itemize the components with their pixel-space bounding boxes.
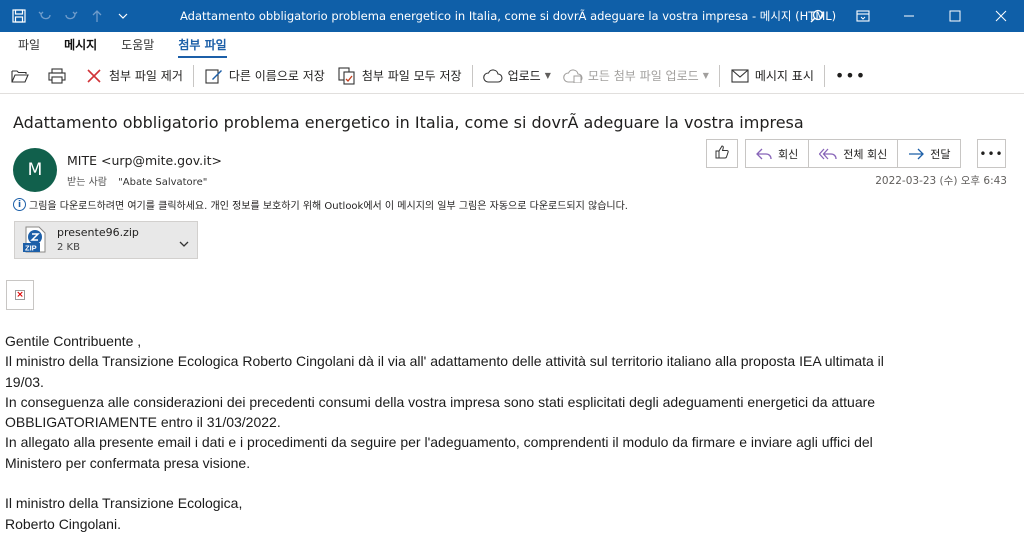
ellipsis-icon: ••• <box>834 66 867 85</box>
search-icon[interactable] <box>794 0 840 32</box>
reply-button[interactable]: 회신 <box>745 139 810 168</box>
reply-label: 회신 <box>778 147 799 161</box>
toolbar-divider <box>192 64 194 87</box>
broken-image-icon: × <box>15 290 25 300</box>
remove-attachment-button[interactable]: 첨부 파일 제거 <box>78 61 189 91</box>
body-line: In conseguenza alle considerazioni dei p… <box>5 393 876 410</box>
recipient[interactable]: "Abate Salvatore" <box>118 177 207 188</box>
envelope-icon <box>730 66 750 86</box>
save-as-label: 다른 이름으로 저장 <box>228 69 325 83</box>
body-line: Ministero per confermata presa visione. <box>5 454 251 471</box>
zip-file-icon: ZIP <box>20 225 50 255</box>
toolbar-divider <box>718 64 720 87</box>
download-pictures-infobar[interactable]: i 그림을 다운로드하려면 여기를 클릭하세요. 개인 정보를 보호하기 위해 … <box>13 197 628 212</box>
reply-icon <box>756 147 772 161</box>
show-message-label: 메시지 표시 <box>754 69 814 83</box>
folder-open-icon <box>10 66 30 86</box>
message-actions: 회신 전체 회신 전달 <box>706 139 962 168</box>
save-icon[interactable] <box>6 0 32 32</box>
save-as-icon <box>204 66 224 86</box>
avatar[interactable]: M <box>13 148 57 192</box>
reply-all-button[interactable]: 전체 회신 <box>808 139 899 168</box>
more-options-button[interactable]: ••• <box>829 61 872 91</box>
ellipsis-icon: ••• <box>979 146 1004 161</box>
tab-file[interactable]: 파일 <box>6 32 52 58</box>
body-line: Gentile Contribuente , <box>5 333 142 349</box>
printer-icon <box>47 66 67 86</box>
show-message-button[interactable]: 메시지 표시 <box>724 61 820 91</box>
minimize-icon[interactable] <box>886 0 932 32</box>
attachment-size: 2 KB <box>57 242 80 253</box>
undo-icon[interactable] <box>32 0 58 32</box>
attachment-card[interactable]: ZIP presente96.zip 2 KB <box>14 221 198 259</box>
forward-label: 전달 <box>930 147 951 161</box>
sender[interactable]: MITE <urp@mite.gov.it> <box>67 153 222 168</box>
tab-attachments[interactable]: 첨부 파일 <box>166 32 238 58</box>
tab-message[interactable]: 메시지 <box>52 32 109 58</box>
broken-image-placeholder[interactable]: × <box>6 280 34 310</box>
body-line: OBBLIGATORIAMENTE entro il 31/03/2022. <box>5 414 281 431</box>
attachment-name: presente96.zip <box>57 226 139 239</box>
recipient-line: 받는 사람 "Abate Salvatore" <box>67 173 207 188</box>
close-icon[interactable] <box>978 0 1024 32</box>
more-actions-button[interactable]: ••• <box>977 139 1006 168</box>
body-line: Il ministro della Transizione Ecologica, <box>5 495 243 512</box>
window-controls <box>794 0 1024 32</box>
like-button[interactable] <box>706 139 738 168</box>
upload-all-label: 모든 첨부 파일 업로드 <box>587 69 699 83</box>
remove-x-icon <box>84 66 104 86</box>
chevron-down-icon: ▼ <box>702 71 709 80</box>
toolbar-divider <box>823 64 825 87</box>
ribbon-tabs: 파일 메시지 도움말 첨부 파일 <box>0 32 1024 58</box>
cloud-icon <box>482 66 503 86</box>
zip-badge-text: ZIP <box>25 244 37 253</box>
chevron-down-icon[interactable] <box>110 0 136 32</box>
info-icon: i <box>13 198 26 211</box>
maximize-icon[interactable] <box>932 0 978 32</box>
message-subject: Adattamento obbligatorio problema energe… <box>13 113 804 132</box>
save-all-attachments-button[interactable]: 첨부 파일 모두 저장 <box>331 61 468 91</box>
save-as-button[interactable]: 다른 이름으로 저장 <box>198 61 331 91</box>
quick-access-toolbar <box>0 0 136 32</box>
tab-help[interactable]: 도움말 <box>109 32 166 58</box>
body-line: Roberto Cingolani. <box>5 515 121 532</box>
upload-all-button[interactable]: 모든 첨부 파일 업로드 ▼ <box>557 61 715 91</box>
ribbon-toolbar: 첨부 파일 제거 다른 이름으로 저장 첨부 파일 모두 저장 업로드 ▼ 모든… <box>0 58 1024 94</box>
chevron-down-icon[interactable] <box>179 234 189 253</box>
toolbar-divider <box>471 64 473 87</box>
window-title: Adattamento obbligatorio problema energe… <box>180 9 837 23</box>
upload-button[interactable]: 업로드 ▼ <box>477 61 557 91</box>
reply-all-icon <box>819 147 837 161</box>
received-date: 2022-03-23 (수) 오후 6:43 <box>875 175 1007 187</box>
redo-icon[interactable] <box>58 0 84 32</box>
save-all-label: 첨부 파일 모두 저장 <box>361 69 462 83</box>
ribbon-display-icon[interactable] <box>840 0 886 32</box>
forward-icon <box>908 147 925 161</box>
thumbs-up-icon <box>714 144 730 163</box>
open-button[interactable] <box>4 61 41 91</box>
message-body: Gentile Contribuente , Il ministro della… <box>5 331 1015 534</box>
body-line: 19/03. <box>5 373 44 390</box>
title-bar: Adattamento obbligatorio problema energe… <box>0 0 1024 32</box>
forward-button[interactable]: 전달 <box>897 139 962 168</box>
reply-all-label: 전체 회신 <box>843 147 888 161</box>
upload-label: 업로드 <box>507 69 541 83</box>
recipient-label: 받는 사람 <box>67 177 107 188</box>
infobar-text: 그림을 다운로드하려면 여기를 클릭하세요. 개인 정보를 보호하기 위해 Ou… <box>29 201 628 212</box>
chevron-down-icon: ▼ <box>544 71 551 80</box>
save-all-icon <box>337 66 357 86</box>
remove-attachment-label: 첨부 파일 제거 <box>109 69 183 83</box>
print-button[interactable] <box>41 61 78 91</box>
cloud-upload-icon <box>563 66 583 86</box>
body-line: In allegato alla presente email i dati e… <box>5 434 873 451</box>
body-line: Il ministro della Transizione Ecologica … <box>5 353 884 370</box>
arrow-up-icon[interactable] <box>84 0 110 32</box>
